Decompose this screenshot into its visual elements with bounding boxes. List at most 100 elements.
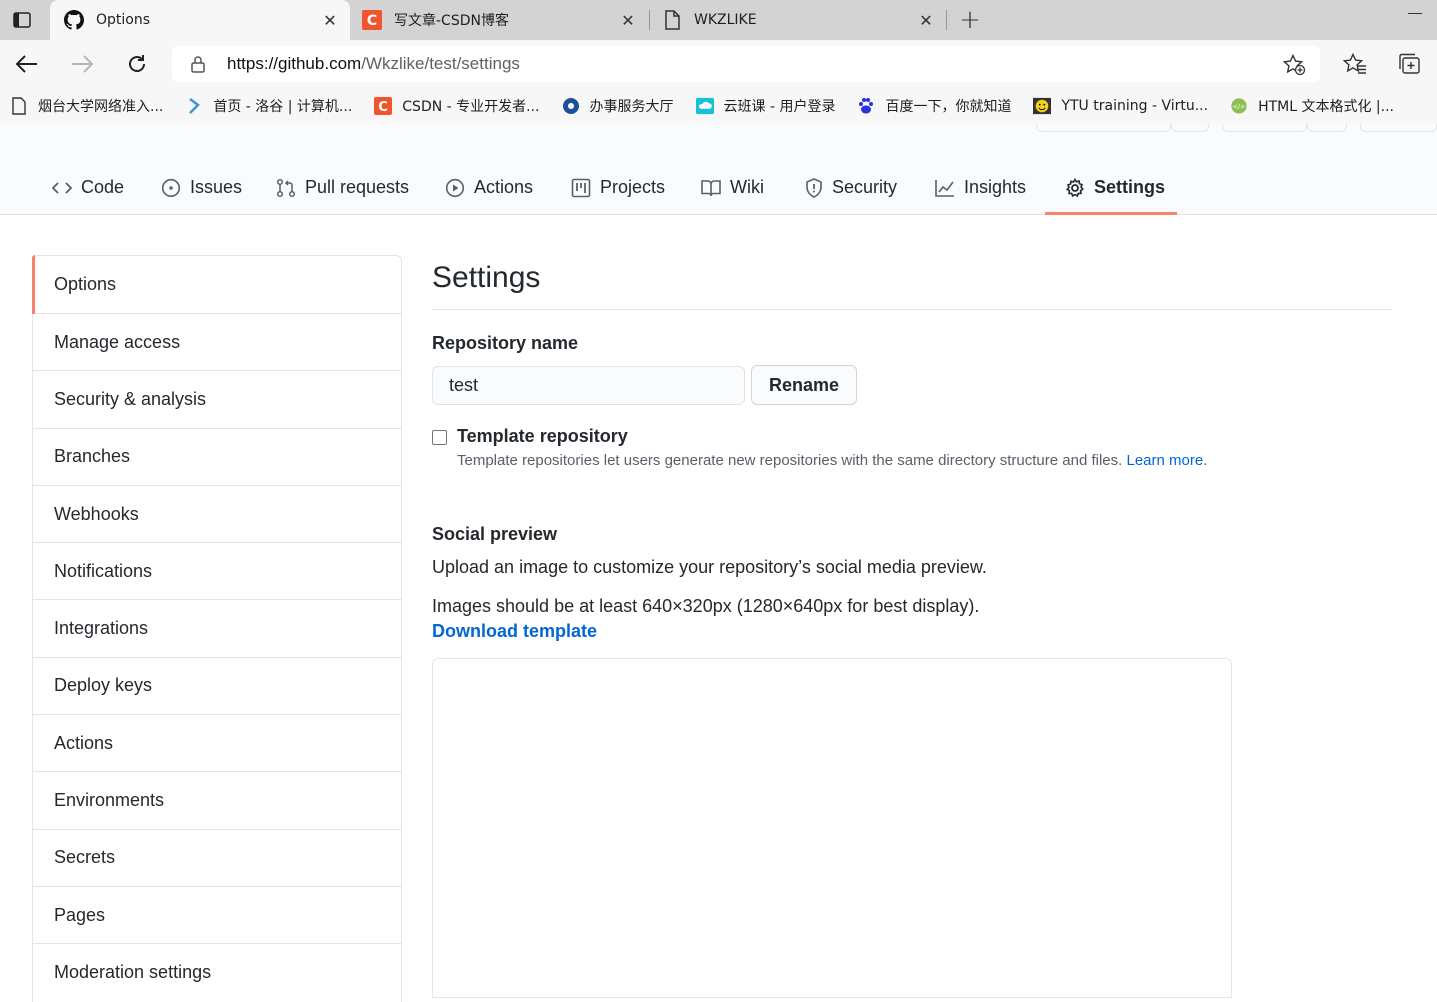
sidebar-item-deploy-keys[interactable]: Deploy keys (33, 658, 401, 716)
template-note-text: Template repositories let users generate… (457, 452, 1123, 469)
sidebar-item-moderation-settings[interactable]: Moderation settings (33, 944, 401, 1001)
tab-label: Code (81, 177, 125, 197)
sidebar-item-integrations[interactable]: Integrations (33, 600, 401, 658)
browser-tab-options[interactable]: Options ✕ (50, 0, 350, 40)
pull-request-icon (276, 178, 296, 198)
header-action-button[interactable] (1171, 124, 1209, 132)
address-bar[interactable]: https://github.com/Wkzlike/test/settings (172, 46, 1320, 82)
bookmark-label: YTU training - Virtu... (1061, 98, 1209, 114)
sidebar-item-options[interactable]: Options (32, 255, 401, 314)
back-arrow-icon (16, 55, 37, 73)
sidebar-item-secrets[interactable]: Secrets (33, 830, 401, 887)
tab-insights[interactable]: Insights (935, 160, 1026, 215)
close-tab-icon[interactable]: ✕ (318, 8, 342, 32)
learn-more-suffix: . (1203, 452, 1208, 469)
tab-actions-button[interactable] (8, 8, 36, 32)
add-favorite-icon[interactable] (1282, 53, 1306, 80)
tab-title: Options (96, 12, 151, 28)
bookmark-item[interactable]: YTU training - Virtu... (1033, 97, 1208, 115)
bookmark-item[interactable]: 百度一下，你就知道 (857, 96, 1011, 116)
svg-text:</>: </> (1233, 104, 1246, 111)
sidebar-item-actions[interactable]: Actions (33, 715, 401, 773)
template-repository-label[interactable]: Template repository (457, 426, 628, 447)
browser-tab-bar: Options ✕ C 写文章-CSDN博客 ✕ WKZLIKE ✕ + (0, 0, 1437, 40)
bookmark-item[interactable]: 云班课 - 用户登录 (695, 96, 836, 116)
sidebar-item-webhooks[interactable]: Webhooks (33, 486, 401, 544)
tab-title: 写文章-CSDN博客 (394, 13, 509, 29)
bookmark-label: 首页 - 洛谷 | 计算机... (213, 99, 353, 115)
settings-sidebar: Options Manage access Security & analysi… (32, 255, 402, 1002)
tab-wiki[interactable]: Wiki (701, 160, 764, 215)
bookmark-item[interactable]: 首页 - 洛谷 | 计算机... (185, 96, 352, 116)
tab-title: WKZLIKE (694, 12, 757, 28)
tab-code[interactable]: Code (52, 160, 124, 215)
favorites-icon (1343, 53, 1366, 74)
sidebar-item-pages[interactable]: Pages (33, 887, 401, 945)
url-text: https://github.com/Wkzlike/test/settings (227, 54, 520, 74)
close-tab-icon[interactable]: ✕ (616, 8, 640, 32)
shield-icon (805, 177, 823, 198)
book-icon (701, 179, 721, 197)
browser-tab-csdn[interactable]: C 写文章-CSDN博客 ✕ (350, 0, 648, 40)
csdn-icon: C (362, 10, 382, 30)
bookmarks-bar: 烟台大学网络准入... 首页 - 洛谷 | 计算机... C CSDN - 专业… (0, 88, 1437, 124)
tab-actions-icon (13, 12, 31, 28)
baidu-icon (857, 97, 875, 115)
bookmark-item[interactable]: C CSDN - 专业开发者... (374, 96, 540, 116)
luogu-icon (185, 97, 203, 115)
svg-text:C: C (379, 100, 389, 115)
lock-icon (190, 55, 210, 73)
close-tab-icon[interactable]: ✕ (914, 8, 938, 32)
bookmark-item[interactable]: 烟台大学网络准入... (10, 96, 163, 116)
tab-label: Issues (190, 177, 243, 197)
smiley-icon (1033, 97, 1052, 115)
html-icon: </> (1230, 97, 1248, 115)
selected-tab-indicator (1045, 212, 1177, 215)
bookmark-label: 云班课 - 用户登录 (723, 99, 836, 115)
sidebar-item-branches[interactable]: Branches (33, 429, 401, 486)
header-action-button[interactable] (1222, 124, 1307, 132)
tab-pull-requests[interactable]: Pull requests (276, 160, 409, 215)
sidebar-item-notifications[interactable]: Notifications (33, 543, 401, 601)
tab-settings[interactable]: Settings (1065, 160, 1165, 215)
social-preview-image-box[interactable] (432, 658, 1232, 998)
header-action-button[interactable] (1036, 124, 1171, 132)
refresh-button[interactable] (120, 48, 154, 80)
favorites-button[interactable] (1338, 48, 1372, 80)
template-repository-note: Template repositories let users generate… (457, 452, 1207, 469)
tab-label: Insights (964, 177, 1027, 197)
header-action-button[interactable] (1360, 124, 1437, 132)
graph-icon (935, 179, 955, 197)
collections-icon (1399, 53, 1420, 74)
bookmark-item[interactable]: </> HTML 文本格式化 |... (1230, 96, 1394, 116)
tab-security[interactable]: Security (805, 160, 897, 215)
rename-button[interactable]: Rename (751, 365, 857, 405)
tab-projects[interactable]: Projects (571, 160, 665, 215)
new-tab-button[interactable]: + (956, 5, 984, 35)
template-repository-checkbox[interactable] (432, 430, 447, 445)
browser-toolbar: https://github.com/Wkzlike/test/settings (0, 40, 1437, 88)
play-icon (445, 178, 465, 198)
header-action-button[interactable] (1307, 124, 1347, 132)
sidebar-item-manage-access[interactable]: Manage access (33, 314, 401, 372)
globe-icon (562, 97, 580, 115)
download-template-link[interactable]: Download template (432, 621, 597, 642)
bookmark-label: 百度一下，你就知道 (885, 99, 1012, 115)
page-icon (10, 97, 28, 115)
svg-text:C: C (367, 13, 377, 29)
minimize-icon[interactable] (1408, 13, 1422, 14)
back-button[interactable] (10, 48, 44, 80)
repository-name-input[interactable]: test (432, 366, 745, 405)
collections-button[interactable] (1393, 48, 1427, 80)
tab-issues[interactable]: Issues (161, 160, 242, 215)
tab-actions[interactable]: Actions (445, 160, 533, 215)
browser-tab-wkzlike[interactable]: WKZLIKE ✕ (650, 0, 946, 40)
sidebar-item-security-analysis[interactable]: Security & analysis (33, 371, 401, 429)
url-host: https://github.com (227, 54, 362, 73)
bookmark-item[interactable]: 办事服务大厅 (562, 96, 674, 116)
sidebar-item-environments[interactable]: Environments (33, 772, 401, 830)
learn-more-link[interactable]: Learn more (1126, 452, 1203, 469)
tab-label: Projects (600, 177, 666, 197)
forward-button[interactable] (65, 48, 99, 80)
tab-label: Settings (1094, 177, 1166, 197)
